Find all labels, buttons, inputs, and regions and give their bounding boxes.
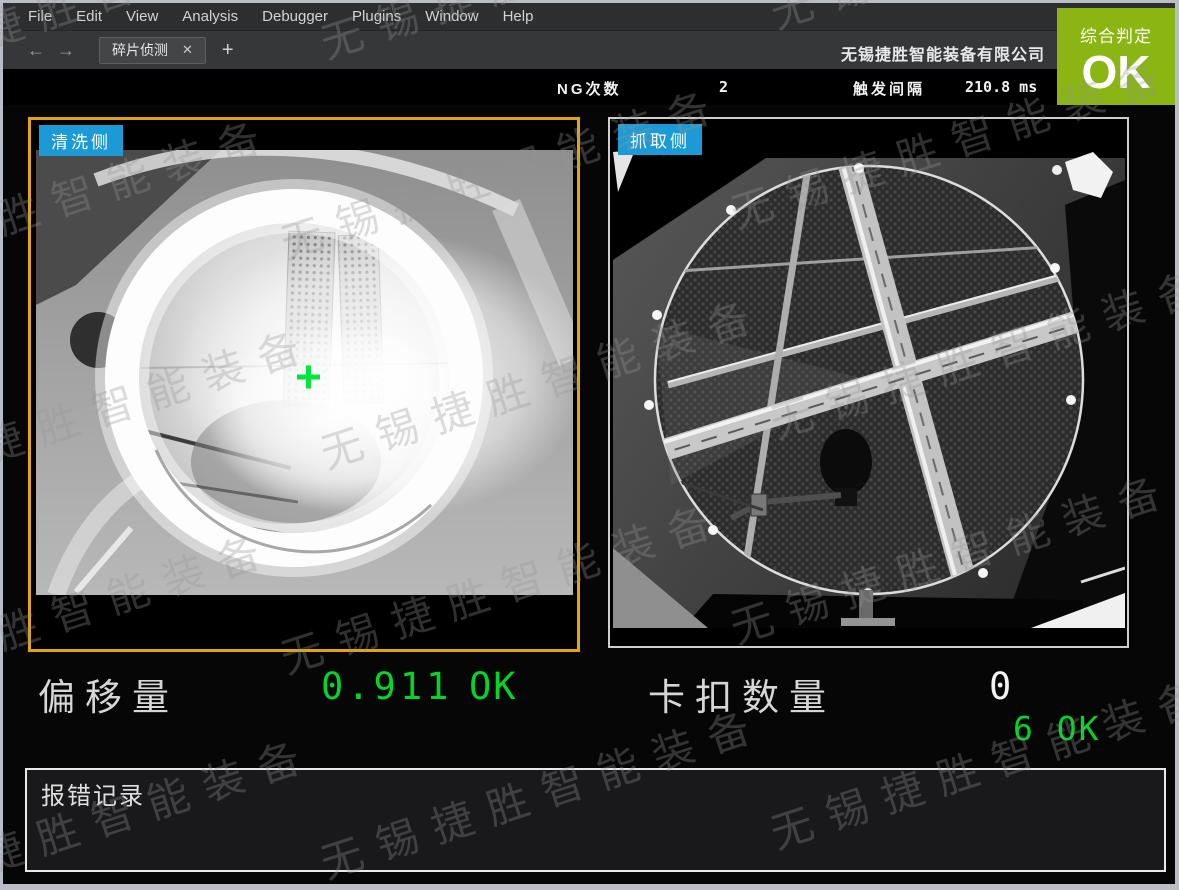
verdict-label: 综合判定	[1080, 22, 1152, 47]
error-log-panel[interactable]: 报错记录	[25, 768, 1166, 872]
offset-value: 0.911	[321, 665, 452, 708]
menu-file[interactable]: File	[17, 5, 63, 28]
new-tab-icon[interactable]: +	[222, 39, 234, 62]
tab-label: 碎片侦测	[112, 40, 168, 60]
menu-window[interactable]: Window	[414, 5, 489, 28]
ng-count-value: 2	[719, 78, 728, 96]
overall-verdict-panel: 综合判定 OK	[1057, 8, 1175, 105]
menu-plugins[interactable]: Plugins	[341, 5, 412, 28]
menu-debugger[interactable]: Debugger	[251, 5, 339, 28]
cleaning-side-tag: 清洗侧	[39, 125, 123, 156]
menu-view[interactable]: View	[115, 5, 169, 28]
cleaning-side-panel[interactable]: 清洗侧	[28, 117, 580, 652]
clip-count-value: 0	[989, 665, 1013, 708]
trigger-interval-value: 210.8 ms	[965, 78, 1037, 96]
menu-help[interactable]: Help	[492, 5, 545, 28]
application-window: File Edit View Analysis Debugger Plugins…	[0, 0, 1179, 890]
grab-side-tag: 抓取侧	[618, 124, 702, 155]
trigger-interval-label: 触发间隔	[853, 78, 925, 99]
close-tab-icon[interactable]: ✕	[182, 42, 193, 58]
ng-count-label: NG次数	[557, 78, 622, 99]
window-content: File Edit View Analysis Debugger Plugins…	[3, 3, 1175, 884]
tab-fragment-detection[interactable]: 碎片侦测 ✕	[99, 37, 206, 64]
clip-count-label: 卡扣数量	[648, 667, 836, 721]
grab-side-panel[interactable]: 抓取侧	[608, 117, 1129, 648]
menu-bar: File Edit View Analysis Debugger Plugins…	[3, 3, 1175, 31]
offset-status: OK	[469, 665, 518, 708]
menu-edit[interactable]: Edit	[65, 5, 113, 28]
offset-label: 偏移量	[38, 667, 179, 721]
company-name: 无锡捷胜智能装备有限公司	[841, 41, 1045, 65]
forward-arrow-icon[interactable]: →	[51, 40, 81, 61]
cleaning-side-camera-image	[36, 150, 573, 595]
status-bar: NG次数 2 触发间隔 210.8 ms	[3, 69, 1175, 105]
back-arrow-icon[interactable]: ←	[21, 40, 51, 61]
menu-analysis[interactable]: Analysis	[171, 5, 249, 28]
verdict-value: OK	[1082, 49, 1151, 95]
clip-count-status: 6 OK	[1013, 709, 1100, 748]
grab-side-camera-image	[613, 150, 1125, 628]
error-log-title: 报错记录	[41, 776, 1164, 811]
